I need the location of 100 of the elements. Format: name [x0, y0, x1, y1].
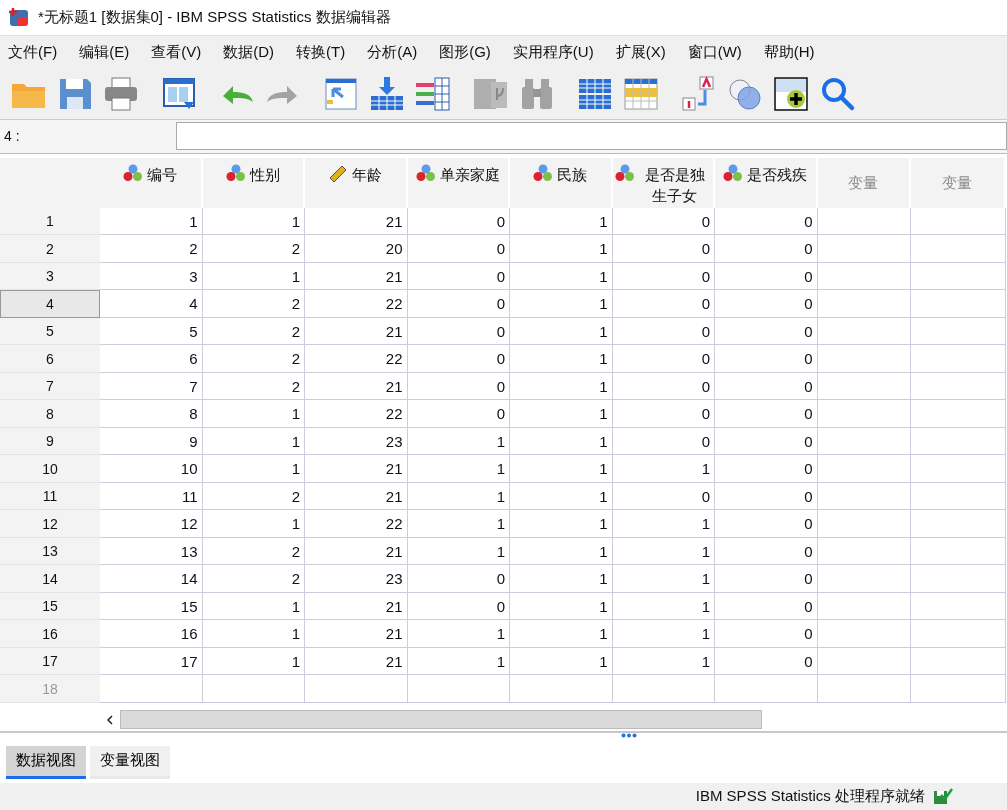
- table-cell: 1: [510, 372, 613, 401]
- menu-item[interactable]: 转换(T): [296, 42, 346, 62]
- view-tab[interactable]: 数据视图: [6, 746, 86, 779]
- row-number[interactable]: 5: [0, 317, 100, 346]
- column-header[interactable]: 年龄: [305, 157, 408, 208]
- row-number[interactable]: 13: [0, 537, 100, 566]
- table-cell: 0: [407, 235, 510, 263]
- row-number[interactable]: 16: [0, 620, 100, 648]
- table-cell: 9: [100, 427, 203, 456]
- table-cell: 0: [612, 427, 715, 456]
- table-cell: 1: [510, 262, 613, 291]
- table-cell: 4: [100, 290, 203, 318]
- table-cell: 1: [612, 455, 715, 483]
- row-number[interactable]: 2: [0, 235, 100, 263]
- menu-item[interactable]: 编辑(E): [79, 42, 130, 62]
- table-cell: 0: [612, 345, 715, 373]
- table-cell: 0: [407, 290, 510, 318]
- view-tab[interactable]: 变量视图: [90, 746, 170, 779]
- table-cell: 21: [305, 262, 408, 291]
- table-cell: 0: [407, 345, 510, 373]
- table-cell: 2: [202, 537, 305, 566]
- table-cell: 17: [100, 647, 203, 676]
- table-cell: 0: [715, 290, 818, 318]
- row-number[interactable]: 14: [0, 565, 100, 593]
- row-number[interactable]: 7: [0, 372, 100, 401]
- nominal-icon: [123, 163, 144, 182]
- nominal-icon: [614, 163, 635, 182]
- column-header[interactable]: 是否是独生子女: [612, 157, 715, 208]
- row-number[interactable]: 6: [0, 345, 100, 373]
- table-cell: 0: [715, 565, 818, 593]
- table-cell: 2: [202, 317, 305, 346]
- row-number[interactable]: 3: [0, 262, 100, 291]
- table-cell: 1: [510, 207, 613, 236]
- table-cell: 21: [305, 647, 408, 676]
- nominal-icon: [533, 163, 554, 182]
- menu-item[interactable]: 图形(G): [439, 42, 491, 62]
- scroll-left-icon[interactable]: [104, 713, 116, 726]
- column-header[interactable]: 性别: [202, 157, 305, 208]
- table-cell: 1: [510, 427, 613, 456]
- row-number[interactable]: 9: [0, 427, 100, 456]
- row-number[interactable]: 15: [0, 592, 100, 621]
- table-cell: 6: [100, 345, 203, 373]
- menu-item[interactable]: 扩展(X): [615, 42, 666, 62]
- nominal-icon: [723, 163, 744, 182]
- row-number[interactable]: 12: [0, 510, 100, 538]
- table-cell: 13: [100, 537, 203, 566]
- table-cell: 1: [612, 592, 715, 621]
- row-number[interactable]: 11: [0, 482, 100, 511]
- table-cell: 21: [305, 482, 408, 511]
- table-cell: 0: [612, 262, 715, 291]
- table-cell: 21: [305, 372, 408, 401]
- table-cell: 0: [715, 400, 818, 428]
- column-header[interactable]: 是否残疾: [715, 157, 818, 208]
- row-number[interactable]: 4: [0, 290, 100, 318]
- row-number[interactable]: 17: [0, 647, 100, 676]
- menu-item[interactable]: 查看(V): [151, 42, 202, 62]
- table-cell: 21: [305, 620, 408, 648]
- table-cell: 21: [305, 207, 408, 236]
- row-number[interactable]: 8: [0, 400, 100, 428]
- menu-item[interactable]: 文件(F): [8, 42, 58, 62]
- table-cell: 0: [715, 620, 818, 648]
- table-cell: 2: [100, 235, 203, 263]
- table-cell: 1: [612, 620, 715, 648]
- column-header[interactable]: 编号: [100, 157, 203, 208]
- status-text: IBM SPSS Statistics 处理程序就绪: [695, 786, 925, 806]
- table-cell: 20: [305, 235, 408, 263]
- cell-editor-field[interactable]: [176, 122, 1007, 151]
- row-number[interactable]: 10: [0, 455, 100, 483]
- menu-item[interactable]: 实用程序(U): [512, 42, 594, 62]
- window-title: *无标题1 [数据集0] - IBM SPSS Statistics 数据编辑器: [38, 7, 391, 27]
- table-cell: 1: [510, 400, 613, 428]
- row-number[interactable]: 1: [0, 207, 100, 236]
- column-header[interactable]: 民族: [510, 157, 613, 208]
- table-cell: 1: [407, 455, 510, 483]
- table-cell: 7: [100, 372, 203, 401]
- menu-item[interactable]: 分析(A): [367, 42, 418, 62]
- scrollbar-thumb[interactable]: [120, 710, 762, 730]
- column-header[interactable]: 单亲家庭: [407, 157, 510, 208]
- splitter-handle-icon[interactable]: [620, 733, 637, 739]
- table-cell: 23: [305, 565, 408, 593]
- table-cell: 0: [715, 235, 818, 263]
- menu-item[interactable]: 窗口(W): [687, 42, 742, 62]
- table-cell: 1: [510, 510, 613, 538]
- table-cell: 0: [715, 317, 818, 346]
- table-cell: 1: [612, 510, 715, 538]
- table-cell: 0: [715, 537, 818, 566]
- table-cell: 1: [510, 482, 613, 511]
- table-cell: 0: [612, 290, 715, 318]
- table-cell: 1: [510, 592, 613, 621]
- table-cell: 8: [100, 400, 203, 428]
- table-cell: 5: [100, 317, 203, 346]
- table-cell: 0: [715, 647, 818, 676]
- table-cell: 0: [407, 400, 510, 428]
- table-cell: 1: [612, 565, 715, 593]
- menu-item[interactable]: 数据(D): [223, 42, 274, 62]
- table-cell: 0: [715, 427, 818, 456]
- table-cell: 12: [100, 510, 203, 538]
- table-cell: 1: [510, 647, 613, 676]
- table-cell: 1: [510, 455, 613, 483]
- menu-item[interactable]: 帮助(H): [763, 42, 815, 62]
